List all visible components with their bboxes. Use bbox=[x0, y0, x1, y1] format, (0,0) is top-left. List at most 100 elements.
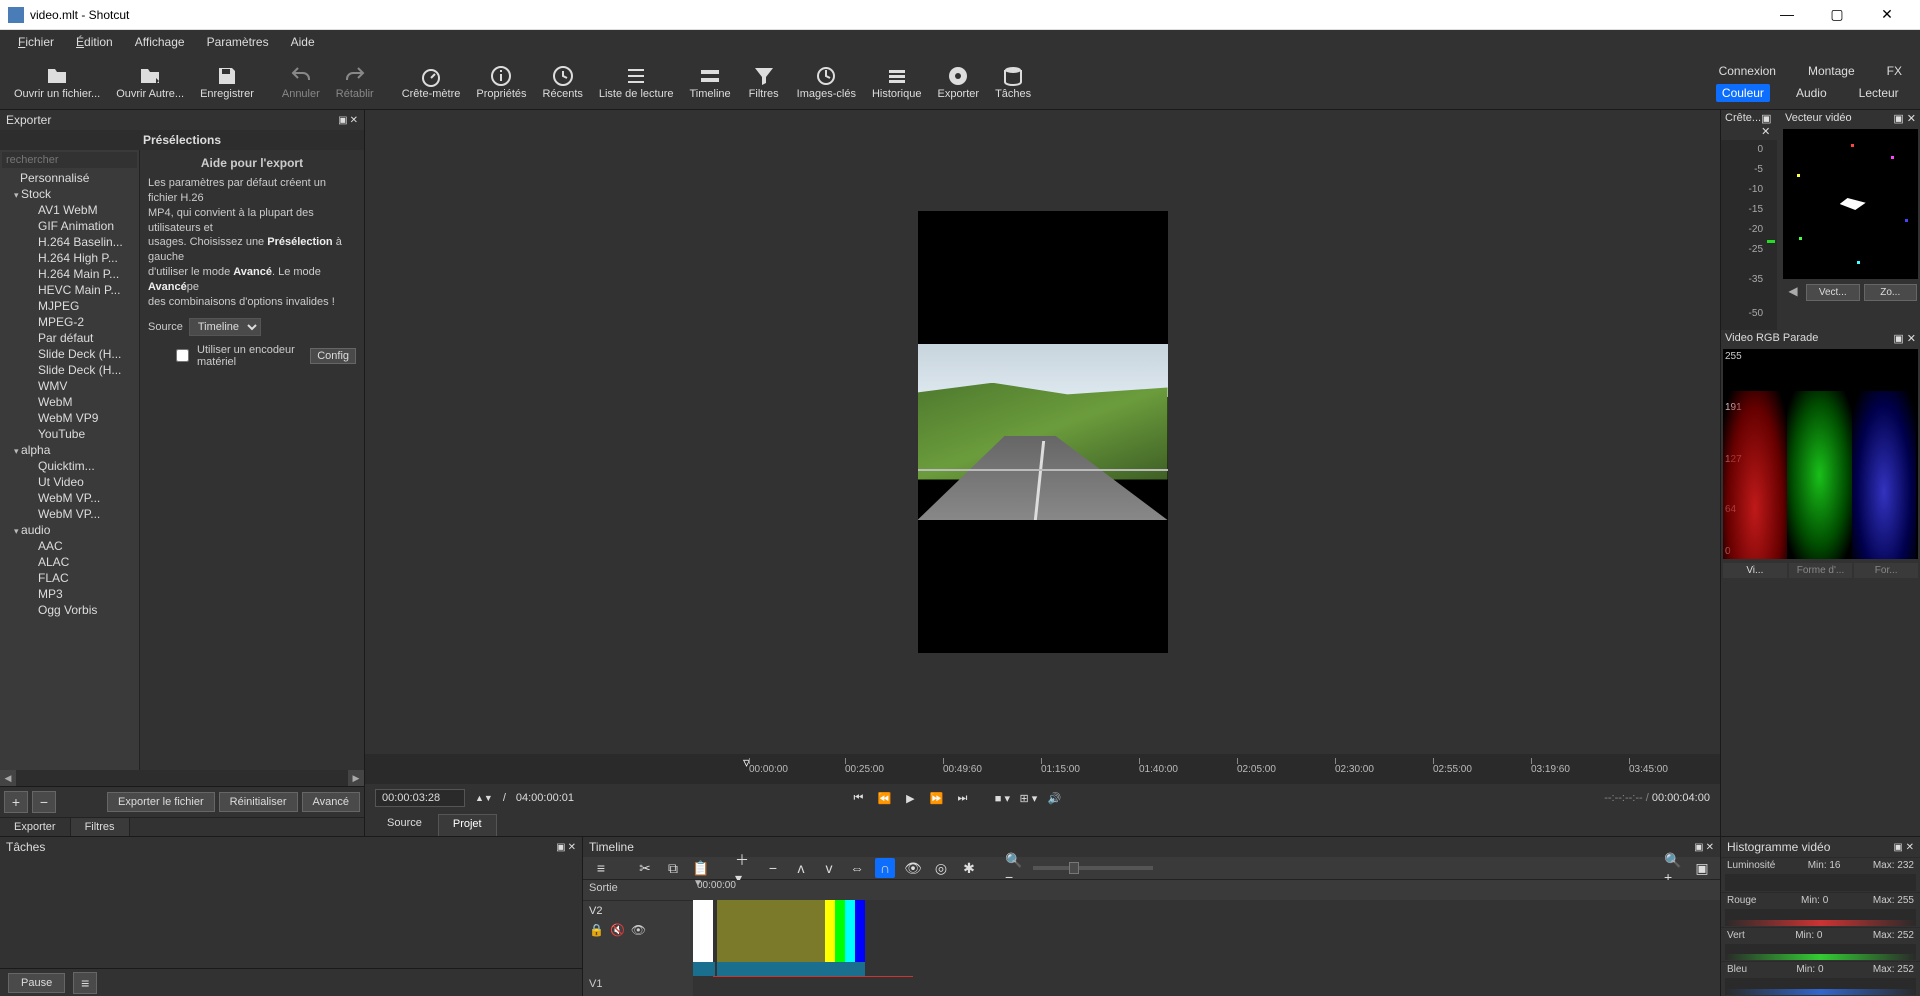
open-file-button[interactable]: Ouvrir un fichier... bbox=[6, 62, 108, 102]
menu-file[interactable]: Fichier bbox=[8, 33, 64, 51]
save-button[interactable]: Enregistrer bbox=[192, 62, 262, 102]
keyframes-button[interactable]: Images-clés bbox=[789, 62, 864, 102]
rgb-tab-waveform[interactable]: Forme d'... bbox=[1789, 563, 1853, 578]
preset-remove-button[interactable]: − bbox=[32, 791, 56, 813]
redo-button[interactable]: Rétablir bbox=[328, 62, 382, 102]
tl-snap-button[interactable]: ∩ bbox=[875, 858, 895, 878]
preview-viewer[interactable] bbox=[365, 110, 1720, 754]
preset-item[interactable]: WMV bbox=[0, 378, 139, 394]
maximize-button[interactable]: ▢ bbox=[1822, 6, 1852, 23]
preset-item[interactable]: WebM VP9 bbox=[0, 410, 139, 426]
presets-tree[interactable]: Personnalisé Stock AV1 WebM GIF Animatio… bbox=[0, 150, 140, 770]
skip-start-button[interactable]: ⏮ bbox=[849, 789, 867, 807]
undock-icon[interactable]: ▣ bbox=[1694, 842, 1703, 853]
history-button[interactable]: Historique bbox=[864, 62, 930, 102]
rewind-button[interactable]: ⏪ bbox=[875, 789, 893, 807]
recent-button[interactable]: Récents bbox=[535, 62, 591, 102]
export-button[interactable]: Exporter bbox=[929, 62, 987, 102]
tl-zoom-slider[interactable] bbox=[1033, 866, 1153, 870]
preset-item[interactable]: FLAC bbox=[0, 570, 139, 586]
preset-item[interactable]: GIF Animation bbox=[0, 218, 139, 234]
clip-audio[interactable] bbox=[717, 962, 845, 976]
tl-zoom-fit-button[interactable]: ▣ bbox=[1692, 858, 1712, 878]
tl-remove-button[interactable]: − bbox=[763, 858, 783, 878]
tl-zoom-in-button[interactable]: 🔍+ bbox=[1664, 858, 1684, 878]
filters-button[interactable]: Filtres bbox=[739, 62, 789, 102]
advanced-button[interactable]: Avancé bbox=[302, 792, 361, 812]
undo-button[interactable]: Annuler bbox=[274, 62, 328, 102]
tab-filtres[interactable]: Filtres bbox=[71, 818, 130, 836]
clip-audio[interactable] bbox=[693, 962, 715, 976]
menu-view[interactable]: Affichage bbox=[125, 33, 195, 51]
lock-icon[interactable]: 🔒 bbox=[589, 923, 604, 937]
preset-item[interactable]: HEVC Main P... bbox=[0, 282, 139, 298]
tab-source[interactable]: Source bbox=[373, 814, 436, 836]
menu-edit[interactable]: Édition bbox=[66, 33, 123, 51]
current-timecode[interactable]: 00:00:03:28 bbox=[375, 789, 465, 807]
close-panel-icon[interactable]: ✕ bbox=[1706, 842, 1714, 853]
export-file-button[interactable]: Exporter le fichier bbox=[107, 792, 215, 812]
layout-couleur[interactable]: Couleur bbox=[1716, 84, 1770, 102]
tl-ripple-button[interactable]: ◎ bbox=[931, 858, 951, 878]
fast-forward-button[interactable]: ⏩ bbox=[927, 789, 945, 807]
timeline-button[interactable]: Timeline bbox=[681, 62, 738, 102]
mute-icon[interactable]: 🔇 bbox=[610, 923, 625, 937]
tl-output-header[interactable]: Sortie bbox=[583, 880, 693, 900]
layout-fx[interactable]: FX bbox=[1881, 62, 1908, 80]
vectorscope-zoom-button[interactable]: Zo... bbox=[1864, 284, 1918, 301]
reset-button[interactable]: Réinitialiser bbox=[219, 792, 298, 812]
timeline-tracks[interactable]: 00:00:00 bbox=[693, 880, 1720, 996]
presets-search[interactable] bbox=[2, 152, 137, 168]
preset-item[interactable]: H.264 High P... bbox=[0, 250, 139, 266]
preset-hscrollbar[interactable]: ◀▶ bbox=[0, 770, 364, 786]
grid-button[interactable]: ⊞ ▾ bbox=[1019, 789, 1037, 807]
tl-zoom-out-button[interactable]: 🔍− bbox=[1005, 858, 1025, 878]
volume-button[interactable]: 🔊 bbox=[1045, 789, 1063, 807]
track-v1-header[interactable]: V1 bbox=[583, 976, 693, 996]
hw-encoder-checkbox[interactable] bbox=[176, 349, 189, 362]
layout-montage[interactable]: Montage bbox=[1802, 62, 1861, 80]
tree-stock[interactable]: Stock bbox=[0, 186, 139, 202]
rgb-tab-video[interactable]: Vi... bbox=[1723, 563, 1787, 578]
properties-button[interactable]: Propriétés bbox=[468, 62, 534, 102]
tl-playhead[interactable]: 00:00:00 bbox=[697, 880, 736, 891]
tl-cut-button[interactable]: ✂ bbox=[635, 858, 655, 878]
player-ruler[interactable]: ▿ 00:00:00 00:25:00 00:49:60 01:15:00 01… bbox=[365, 754, 1720, 784]
tree-alpha[interactable]: alpha bbox=[0, 442, 139, 458]
close-panel-icon[interactable]: ✕ bbox=[350, 115, 358, 126]
close-button[interactable]: ✕ bbox=[1872, 6, 1902, 23]
layout-lecteur[interactable]: Lecteur bbox=[1853, 84, 1905, 102]
preset-item[interactable]: WebM VP... bbox=[0, 490, 139, 506]
preset-item[interactable]: Slide Deck (H... bbox=[0, 346, 139, 362]
preset-item[interactable]: WebM VP... bbox=[0, 506, 139, 522]
hw-config-button[interactable]: Config bbox=[310, 348, 356, 364]
preset-item[interactable]: ALAC bbox=[0, 554, 139, 570]
preset-item[interactable]: MP3 bbox=[0, 586, 139, 602]
rgb-tab-form[interactable]: For... bbox=[1854, 563, 1918, 578]
preset-add-button[interactable]: + bbox=[4, 791, 28, 813]
tl-overwrite-button[interactable]: v bbox=[819, 858, 839, 878]
tab-exporter[interactable]: Exporter bbox=[0, 818, 71, 836]
tasks-menu-button[interactable]: ≡ bbox=[73, 972, 97, 994]
layout-connexion[interactable]: Connexion bbox=[1713, 62, 1782, 80]
preset-item[interactable]: YouTube bbox=[0, 426, 139, 442]
preset-item[interactable]: Slide Deck (H... bbox=[0, 362, 139, 378]
peak-meter-button[interactable]: Crête-mètre bbox=[394, 62, 469, 102]
tl-ripple-all-button[interactable]: ✱ bbox=[959, 858, 979, 878]
tl-split-button[interactable]: ⇔ bbox=[847, 858, 867, 878]
tl-paste-button[interactable]: 📋 bbox=[691, 858, 711, 878]
tl-append-button[interactable]: ＋▾ bbox=[735, 858, 755, 878]
preset-item[interactable]: Ut Video bbox=[0, 474, 139, 490]
source-select[interactable]: Timeline bbox=[189, 318, 261, 336]
tl-menu-button[interactable]: ≡ bbox=[591, 858, 611, 878]
preset-item[interactable]: H.264 Baselin... bbox=[0, 234, 139, 250]
preset-item[interactable]: MJPEG bbox=[0, 298, 139, 314]
close-panel-icon[interactable]: ✕ bbox=[568, 842, 576, 853]
undock-icon[interactable]: ▣ bbox=[338, 115, 347, 126]
stop-button[interactable]: ■ ▾ bbox=[993, 789, 1011, 807]
preset-item[interactable]: WebM bbox=[0, 394, 139, 410]
tree-custom[interactable]: Personnalisé bbox=[0, 170, 139, 186]
playlist-button[interactable]: Liste de lecture bbox=[591, 62, 682, 102]
menu-help[interactable]: Aide bbox=[281, 33, 325, 51]
clip-audio[interactable] bbox=[845, 962, 865, 976]
